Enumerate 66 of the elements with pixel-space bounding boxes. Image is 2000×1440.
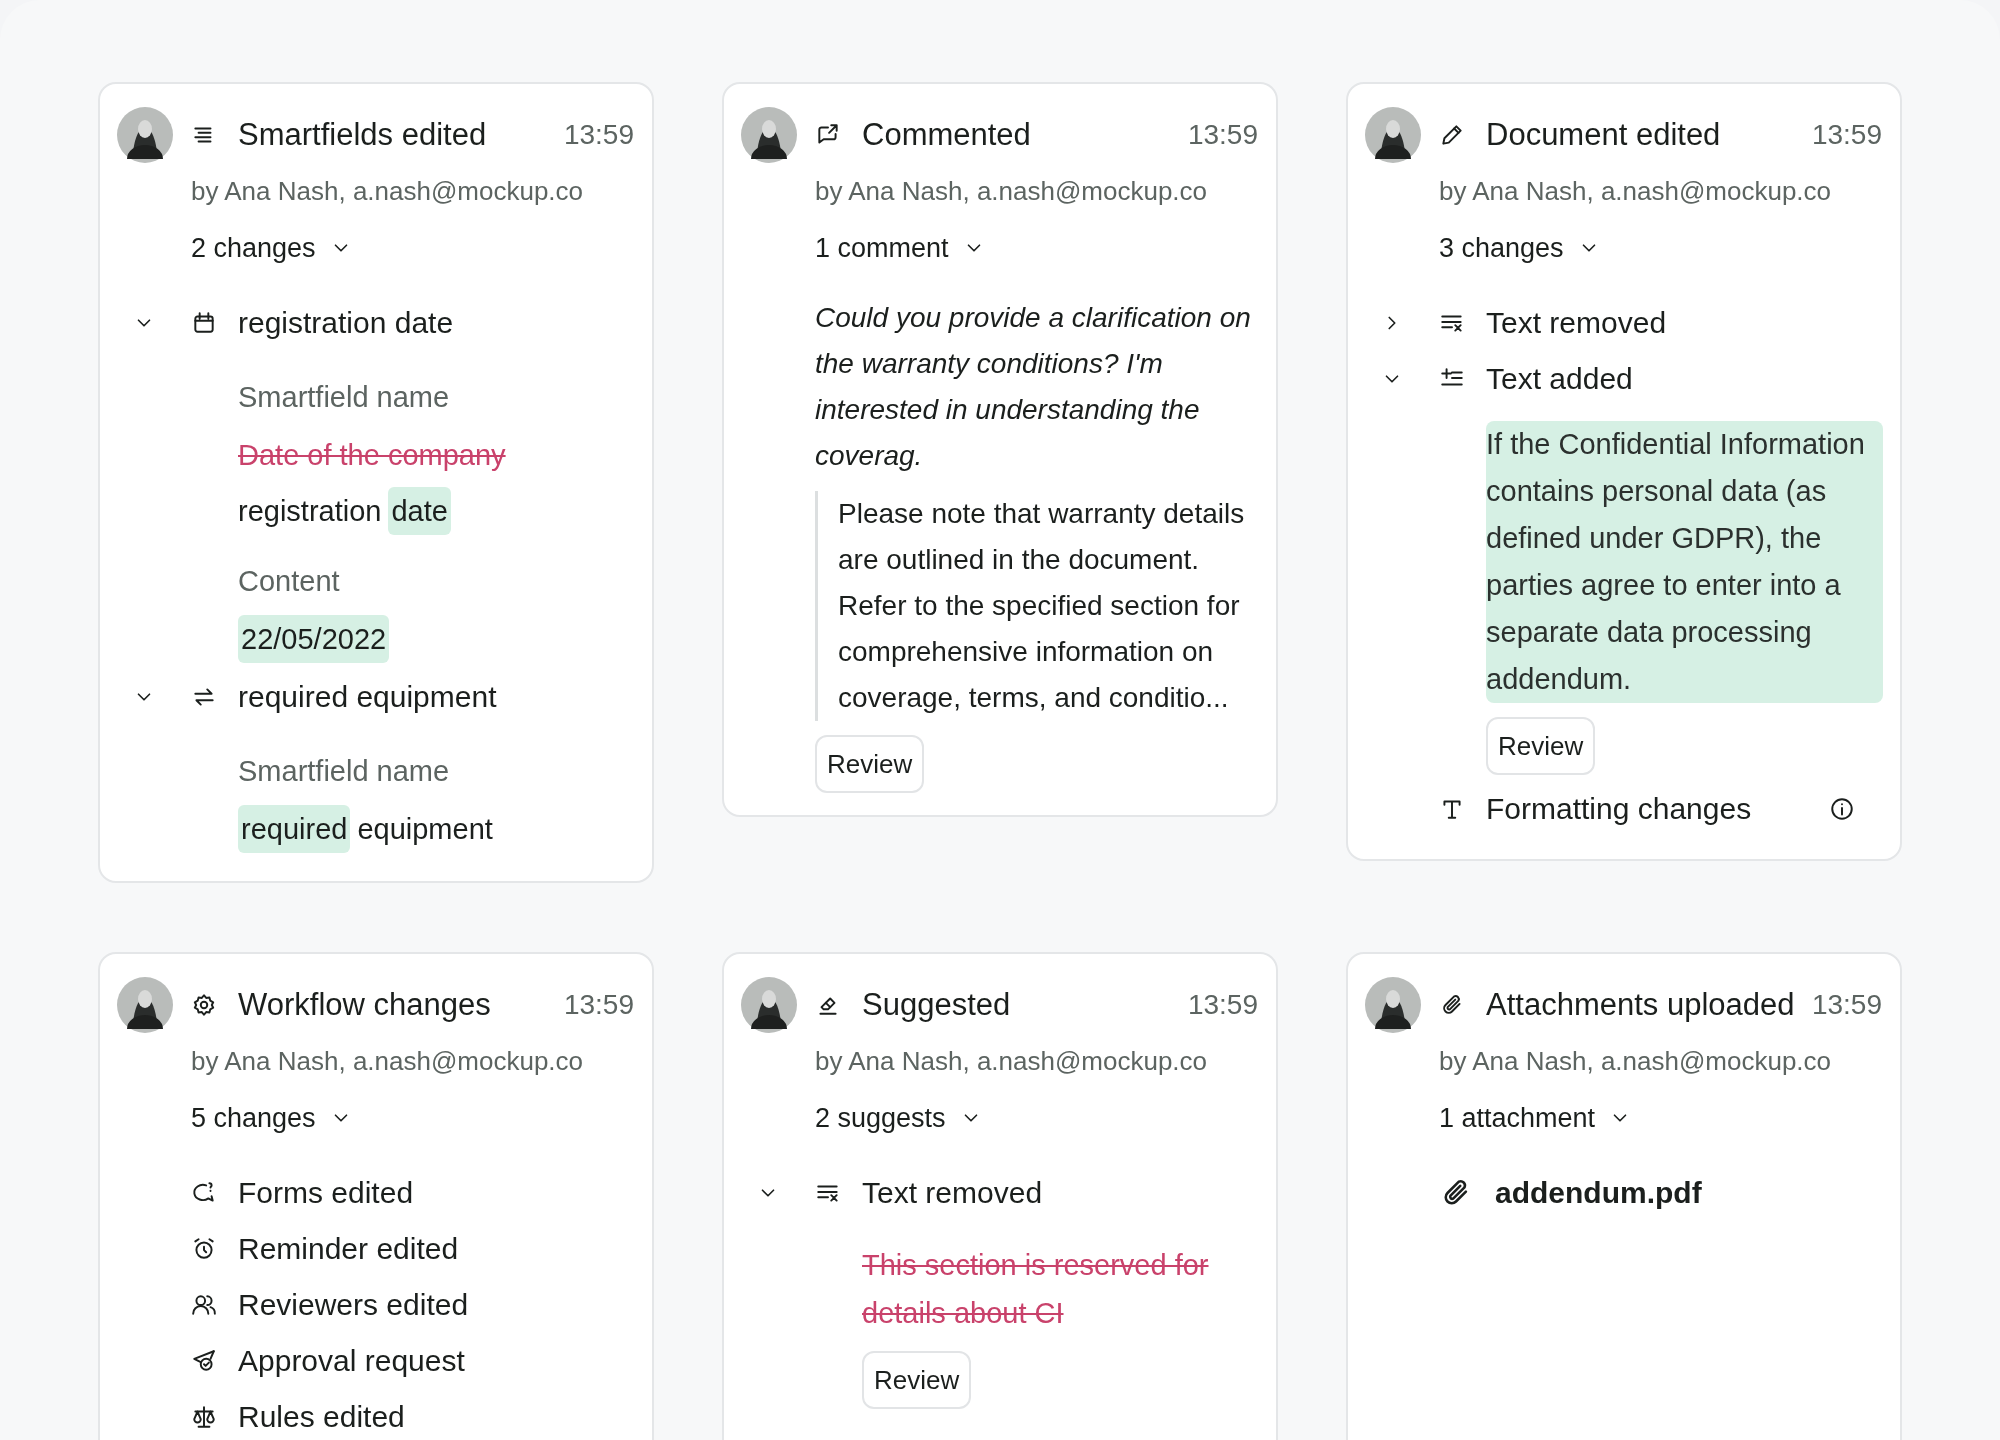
change-label[interactable]: Text removed [862,1176,1259,1210]
pencil-icon [1439,122,1465,148]
change-label[interactable]: registration date [238,306,635,340]
field-label: Smartfield name [238,754,451,789]
change-item: Forms edited [238,1176,415,1210]
summary-toggle[interactable]: 1 comment [815,232,949,264]
card-title: Document edited [1486,117,1722,153]
timestamp: 13:59 [1811,119,1882,151]
change-item: Rules edited [238,1400,406,1434]
people-icon [191,1292,217,1318]
card-title: Attachments uploaded [1486,987,1796,1023]
reply-quote: Please note that warranty details are outlined in the document. Refer to the specified section for comprehensive information on coverage, terms, and conditio... [815,491,1255,721]
settings-icon [191,992,217,1018]
avatar [741,977,797,1033]
avatar [741,107,797,163]
field-label: Content [238,564,341,599]
author-line: by Ana Nash, a.nash@mockup.co [1439,175,1833,208]
file-link[interactable]: addendum.pdf [1495,1176,1702,1210]
change-label[interactable]: Text removed [1486,306,1883,340]
author-line: by Ana Nash, a.nash@mockup.co [815,175,1209,208]
change-label[interactable]: Text added [1486,362,1883,396]
review-button[interactable]: Review [815,735,925,793]
calendar-icon [191,310,217,336]
added-text: If the Confidential Information contains personal data (as defined under GDPR), the parties agree to enter into a separate data processing addendum. [1486,421,1883,703]
review-button[interactable]: Review [1486,717,1596,775]
change-item: Approval request [238,1344,466,1378]
added-text: date [388,487,451,535]
added-text: 22/05/2022 [238,615,390,663]
timestamp: 13:59 [563,119,634,151]
alarm-clock-icon [191,1236,217,1262]
timestamp: 13:59 [1811,989,1882,1021]
field-value: registration [238,494,382,529]
comment-text: Could you provide a clarification on the warranty conditions? I'm interested in understanding the coverag. [815,301,1252,473]
timestamp: 13:59 [563,989,634,1021]
info-icon[interactable] [1829,796,1855,822]
author-line: by Ana Nash, a.nash@mockup.co [191,1045,585,1078]
change-label[interactable]: required equipment [238,680,635,714]
summary-toggle[interactable]: 1 attachment [1439,1102,1596,1134]
change-item: Formatting changes [1486,792,1753,826]
removed-text: This section is reserved for details about CI [862,1248,1210,1331]
review-button[interactable]: Review [862,1351,972,1409]
summary-toggle[interactable]: 2 changes [191,232,316,264]
summary-toggle[interactable]: 5 changes [191,1102,316,1134]
approval-icon [191,1348,217,1374]
avatar [1365,107,1421,163]
avatar [117,107,173,163]
avatar [117,977,173,1033]
timestamp: 13:59 [1187,989,1258,1021]
scales-icon [191,1404,217,1430]
change-item: Reminder edited [238,1232,460,1266]
author-line: by Ana Nash, a.nash@mockup.co [1439,1045,1833,1078]
avatar [1365,977,1421,1033]
field-label: Smartfield name [238,380,451,415]
added-text: required [238,805,351,853]
author-line: by Ana Nash, a.nash@mockup.co [815,1045,1209,1078]
card-title: Commented [862,117,1032,153]
removed-text: Date of the company [238,438,506,473]
card-title: Workflow changes [238,987,492,1023]
card-title: Suggested [862,987,1012,1023]
change-item: Reviewers edited [238,1288,470,1322]
timestamp: 13:59 [1187,119,1258,151]
author-line: by Ana Nash, a.nash@mockup.co [191,175,585,208]
summary-toggle[interactable]: 3 changes [1439,232,1564,264]
summary-toggle[interactable]: 2 suggests [815,1102,946,1134]
field-value: equipment [357,812,493,847]
card-title: Smartfields edited [238,117,488,153]
